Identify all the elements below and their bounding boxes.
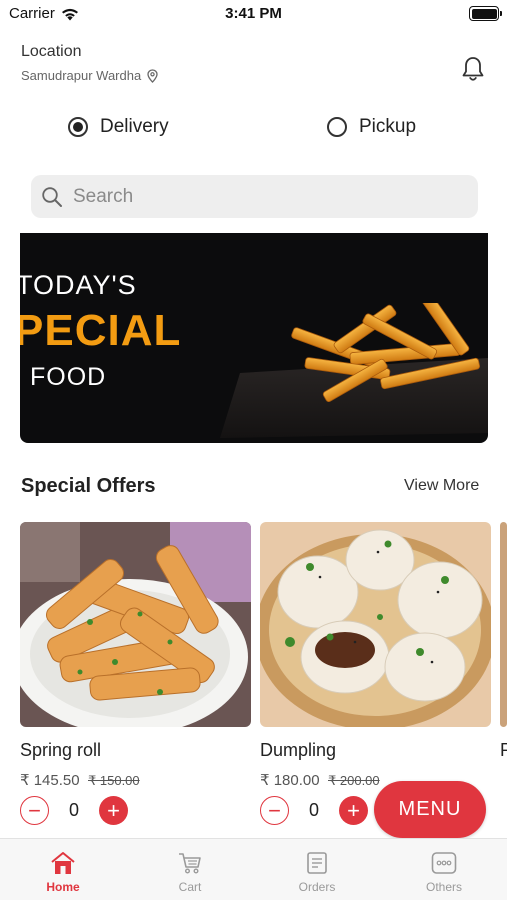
decrease-quantity-button[interactable]: − bbox=[20, 796, 49, 825]
product-name: Dumpling bbox=[260, 740, 337, 760]
nav-item-others[interactable]: Others bbox=[381, 839, 507, 900]
radio-selected-icon bbox=[68, 117, 88, 137]
clock: 3:41 PM bbox=[225, 5, 282, 22]
menu-button[interactable]: MENU bbox=[374, 781, 486, 838]
location-selector[interactable]: Samudrapur Wardha bbox=[21, 68, 158, 83]
banner-line-2: PECIAL bbox=[20, 306, 182, 355]
dumpling-image bbox=[260, 522, 491, 727]
status-bar: Carrier 3:41 PM bbox=[0, 0, 507, 30]
increase-quantity-button[interactable]: + bbox=[99, 796, 128, 825]
quantity-value: 0 bbox=[308, 800, 319, 820]
nav-item-orders[interactable]: Orders bbox=[254, 839, 380, 900]
view-more-link[interactable]: View More bbox=[404, 477, 479, 495]
search-icon bbox=[42, 186, 62, 207]
bell-icon[interactable] bbox=[460, 55, 486, 83]
delivery-option[interactable]: Delivery bbox=[68, 116, 169, 138]
nav-item-cart[interactable]: Cart bbox=[127, 839, 253, 900]
fries-image bbox=[220, 303, 488, 438]
spring-roll-image bbox=[20, 522, 251, 727]
nav-label: Others bbox=[425, 880, 462, 894]
home-icon bbox=[51, 852, 75, 874]
decrease-quantity-button[interactable]: − bbox=[260, 796, 289, 825]
product-card-partial[interactable]: P bbox=[500, 522, 507, 832]
quantity-stepper: − 0 + bbox=[20, 796, 128, 826]
search-input[interactable] bbox=[73, 185, 453, 208]
search-bar[interactable] bbox=[31, 175, 478, 218]
product-card[interactable]: Dumpling ₹ 180.00 ₹ 200.00 − 0 + bbox=[260, 522, 491, 825]
product-price: ₹ 180.00 bbox=[260, 772, 320, 789]
product-name: Spring roll bbox=[20, 740, 102, 760]
order-type-selector: Delivery Pickup bbox=[0, 116, 507, 146]
quantity-stepper: − 0 + bbox=[260, 796, 368, 826]
nav-label: Orders bbox=[298, 880, 336, 894]
location-title: Location bbox=[21, 43, 82, 60]
product-image bbox=[500, 522, 507, 727]
location-value: Samudrapur Wardha bbox=[21, 68, 142, 83]
more-icon bbox=[431, 852, 457, 874]
promo-banner[interactable]: TODAY'S PECIAL FOOD bbox=[20, 233, 488, 443]
product-price: ₹ 145.50 bbox=[20, 772, 80, 789]
product-card[interactable]: Spring roll ₹ 145.50 ₹ 150.00 − 0 + bbox=[20, 522, 251, 825]
nav-label: Home bbox=[46, 880, 80, 894]
increase-quantity-button[interactable]: + bbox=[339, 796, 368, 825]
product-old-price: ₹ 200.00 bbox=[328, 773, 380, 788]
battery-icon bbox=[469, 6, 502, 21]
orders-icon bbox=[307, 852, 327, 874]
banner-line-1: TODAY'S bbox=[20, 270, 137, 300]
cart-icon bbox=[179, 853, 201, 874]
pickup-option[interactable]: Pickup bbox=[327, 116, 416, 138]
nav-item-home[interactable]: Home bbox=[0, 839, 126, 900]
special-offers-title: Special Offers bbox=[21, 475, 156, 497]
delivery-label: Delivery bbox=[100, 116, 169, 137]
banner-line-3: FOOD bbox=[30, 363, 107, 391]
nav-label: Cart bbox=[178, 880, 202, 894]
bottom-nav: Home Cart Orders Others bbox=[0, 838, 507, 900]
pickup-label: Pickup bbox=[359, 116, 417, 137]
radio-unselected-icon bbox=[327, 117, 347, 137]
quantity-value: 0 bbox=[68, 800, 79, 820]
product-name-partial: P bbox=[500, 740, 507, 760]
product-old-price: ₹ 150.00 bbox=[88, 773, 140, 788]
location-pin-icon bbox=[147, 68, 158, 83]
